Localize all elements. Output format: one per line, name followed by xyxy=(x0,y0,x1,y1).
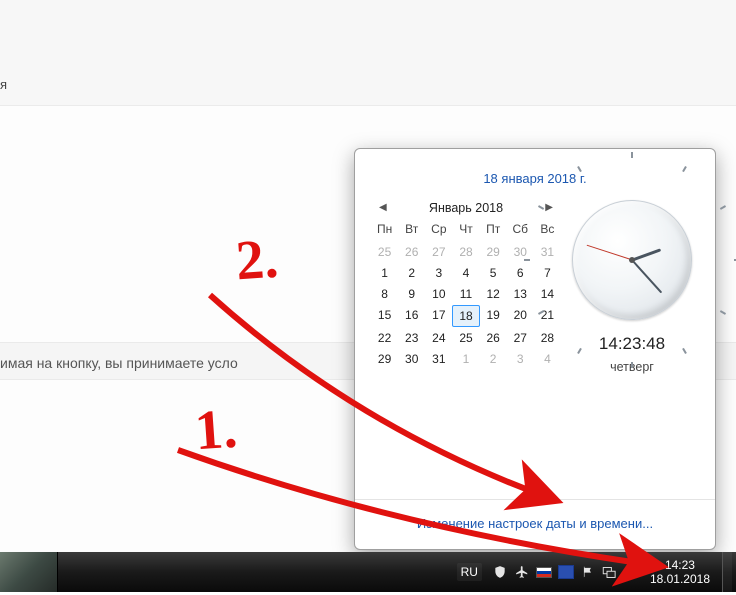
calendar-day[interactable]: 16 xyxy=(398,305,425,327)
volume-icon[interactable] xyxy=(624,564,640,580)
calendar-day[interactable]: 1 xyxy=(452,349,479,369)
show-desktop-button[interactable] xyxy=(722,552,732,592)
calendar-day[interactable]: 31 xyxy=(425,349,452,369)
calendar-day[interactable]: 30 xyxy=(398,349,425,369)
calendar-day[interactable]: 22 xyxy=(371,328,398,348)
calendar-weekday-header: Сб xyxy=(507,219,534,241)
shield-icon[interactable] xyxy=(492,564,508,580)
calendar-day[interactable]: 27 xyxy=(425,242,452,262)
calendar-day[interactable]: 4 xyxy=(534,349,561,369)
calendar-day[interactable]: 11 xyxy=(452,284,479,304)
calendar-weekday-header: Пт xyxy=(480,219,507,241)
calendar-day[interactable]: 5 xyxy=(480,263,507,283)
calendar-day[interactable]: 15 xyxy=(371,305,398,327)
airplane-icon[interactable] xyxy=(514,564,530,580)
calendar-day[interactable]: 29 xyxy=(371,349,398,369)
calendar-weekday-header: Ср xyxy=(425,219,452,241)
calendar-day[interactable]: 25 xyxy=(452,328,479,348)
calendar-day[interactable]: 17 xyxy=(425,305,452,327)
analog-clock xyxy=(572,200,692,320)
calendar: ◀ Январь 2018 ▶ ПнВтСрЧтПтСбВс2526272829… xyxy=(371,198,561,369)
calendar-day[interactable]: 25 xyxy=(371,242,398,262)
calendar-day[interactable]: 9 xyxy=(398,284,425,304)
calendar-day[interactable]: 26 xyxy=(480,328,507,348)
disk-icon[interactable] xyxy=(558,565,574,579)
flag-icon[interactable] xyxy=(536,564,552,580)
clock-minute-hand xyxy=(631,259,662,293)
calendar-day[interactable]: 24 xyxy=(425,328,452,348)
taskbar-time: 14:23 xyxy=(650,558,710,572)
calendar-day[interactable]: 21 xyxy=(534,305,561,327)
calendar-day[interactable]: 3 xyxy=(507,349,534,369)
taskbar: RU 14:23 18.01.2018 xyxy=(0,552,736,592)
calendar-day[interactable]: 4 xyxy=(452,263,479,283)
calendar-weekday-header: Пн xyxy=(371,219,398,241)
calendar-day[interactable]: 3 xyxy=(425,263,452,283)
change-datetime-link[interactable]: Изменение настроек даты и времени... xyxy=(417,516,653,531)
calendar-weekday-header: Вт xyxy=(398,219,425,241)
popup-date-heading: 18 января 2018 г. xyxy=(355,149,715,198)
clock-tick xyxy=(631,362,633,368)
calendar-day[interactable]: 20 xyxy=(507,305,534,327)
header-band xyxy=(0,0,736,106)
calendar-day[interactable]: 28 xyxy=(452,242,479,262)
calendar-day[interactable]: 2 xyxy=(398,263,425,283)
clock-hour-hand xyxy=(631,248,660,261)
taskbar-app-thumbnail[interactable] xyxy=(0,552,58,592)
digital-time: 14:23:48 xyxy=(565,334,699,354)
calendar-day[interactable]: 12 xyxy=(480,284,507,304)
calendar-day[interactable]: 31 xyxy=(534,242,561,262)
datetime-popup: 18 января 2018 г. ◀ Январь 2018 ▶ ПнВтСр… xyxy=(354,148,716,550)
clock-tick xyxy=(631,152,633,158)
calendar-day[interactable]: 28 xyxy=(534,328,561,348)
terms-fragment-text: имая на кнопку, вы принимаете усло xyxy=(0,355,238,371)
action-center-flag-icon[interactable] xyxy=(580,564,596,580)
calendar-day[interactable]: 8 xyxy=(371,284,398,304)
calendar-day[interactable]: 29 xyxy=(480,242,507,262)
taskbar-clock[interactable]: 14:23 18.01.2018 xyxy=(646,556,716,589)
calendar-day[interactable]: 6 xyxy=(507,263,534,283)
taskbar-date: 18.01.2018 xyxy=(650,572,710,586)
calendar-day[interactable]: 13 xyxy=(507,284,534,304)
calendar-day[interactable]: 23 xyxy=(398,328,425,348)
calendar-day[interactable]: 2 xyxy=(480,349,507,369)
calendar-day-selected[interactable]: 18 xyxy=(452,305,479,327)
calendar-day[interactable]: 26 xyxy=(398,242,425,262)
prev-month-button[interactable]: ◀ xyxy=(375,200,391,215)
language-indicator[interactable]: RU xyxy=(457,563,482,581)
network-icon[interactable] xyxy=(602,564,618,580)
clock-second-hand xyxy=(586,245,632,261)
calendar-day[interactable]: 19 xyxy=(480,305,507,327)
calendar-day[interactable]: 1 xyxy=(371,263,398,283)
calendar-day[interactable]: 27 xyxy=(507,328,534,348)
calendar-day[interactable]: 14 xyxy=(534,284,561,304)
calendar-day[interactable]: 10 xyxy=(425,284,452,304)
clock-tick xyxy=(524,259,530,261)
calendar-weekday-header: Чт xyxy=(452,219,479,241)
fragment-text: я xyxy=(0,77,7,92)
calendar-day[interactable]: 7 xyxy=(534,263,561,283)
calendar-month-label[interactable]: Январь 2018 xyxy=(429,201,503,215)
calendar-weekday-header: Вс xyxy=(534,219,561,241)
